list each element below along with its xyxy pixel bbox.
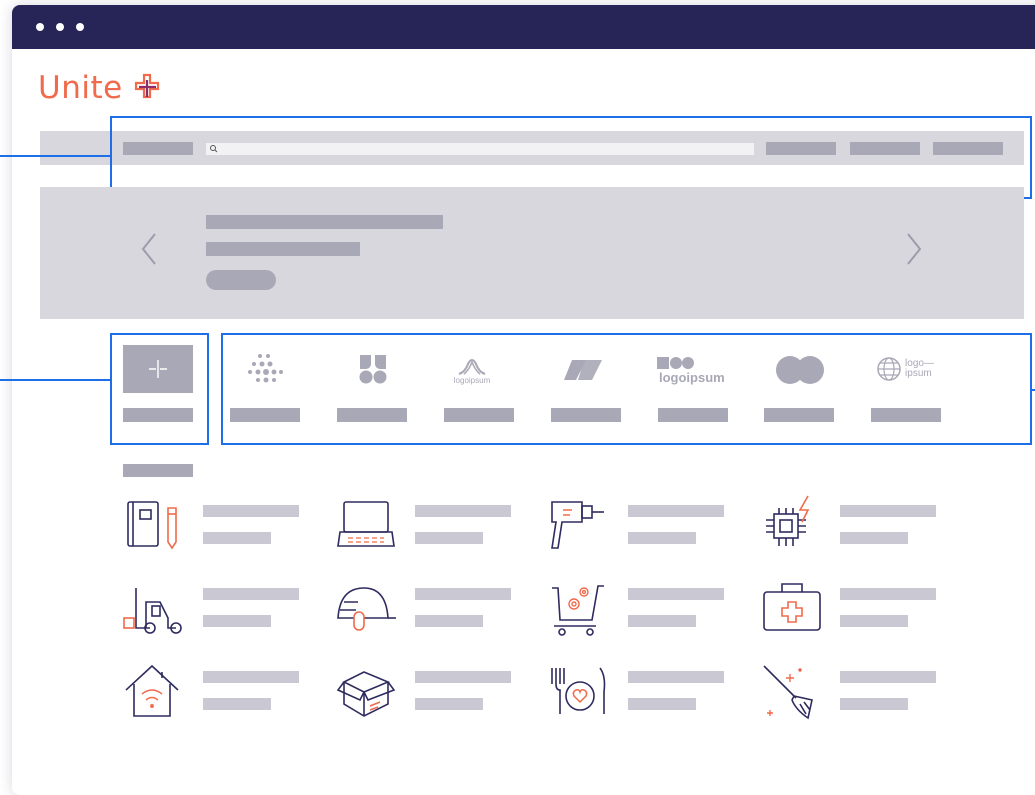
hero-banner (40, 187, 1024, 319)
banner-title-placeholder (206, 215, 443, 229)
logoipsum-arch-logo[interactable]: logoipsum (442, 350, 502, 390)
categories-heading-placeholder (123, 464, 193, 477)
nav-callout-line (0, 155, 112, 157)
category-title-placeholder (628, 671, 724, 683)
category-title-placeholder (203, 671, 299, 683)
category-subtitle-placeholder (203, 532, 271, 544)
shopping-cart-gear-icon[interactable] (548, 578, 612, 638)
globe-logo[interactable]: logo— ipsum (870, 354, 940, 384)
window-control-dot[interactable] (36, 23, 44, 31)
drill-icon[interactable] (548, 496, 612, 552)
intertwined-cross-icon (134, 73, 159, 99)
category-subtitle-placeholder (203, 698, 271, 710)
category-subtitle-placeholder (628, 615, 696, 627)
category-subtitle-placeholder (840, 698, 908, 710)
dining-heart-icon[interactable] (548, 662, 612, 720)
broom-icon[interactable] (760, 660, 824, 722)
notebook-pencil-icon[interactable] (124, 496, 184, 552)
blocks-icon (657, 356, 694, 369)
helmet-mouse-icon[interactable] (334, 578, 400, 636)
brand-label-placeholder (764, 408, 834, 422)
category-title-placeholder (840, 588, 936, 600)
forklift-icon[interactable] (120, 578, 186, 636)
category-subtitle-placeholder (628, 698, 696, 710)
logo-text: logoipsum (453, 375, 491, 385)
brand-label-placeholder (871, 408, 941, 422)
category-subtitle-placeholder (203, 615, 271, 627)
category-title-placeholder (840, 505, 936, 517)
brand-label-placeholder (658, 408, 728, 422)
category-title-placeholder (203, 588, 299, 600)
parallelogram-logo-icon[interactable] (562, 356, 604, 384)
brands-callout-line (1030, 389, 1035, 391)
dots-logo-icon[interactable] (246, 352, 286, 388)
first-aid-kit-icon[interactable] (760, 578, 824, 636)
banner-subtitle-placeholder (206, 242, 360, 256)
laptop-icon[interactable] (334, 496, 398, 552)
chevron-right-icon[interactable] (904, 232, 924, 266)
window-control-dot[interactable] (76, 23, 84, 31)
logo-text: logo— ipsum (905, 358, 934, 379)
brand-label-placeholder (337, 408, 407, 422)
category-title-placeholder (840, 671, 936, 683)
category-subtitle-placeholder (415, 615, 483, 627)
category-subtitle-placeholder (840, 615, 908, 627)
category-title-placeholder (203, 505, 299, 517)
brand-logo[interactable]: Unite (38, 70, 165, 106)
circles-logo-icon[interactable] (774, 355, 826, 385)
logo-text: logoipsum (659, 369, 725, 385)
banner-cta-button[interactable] (206, 270, 276, 290)
chevron-left-icon[interactable] (139, 232, 159, 266)
category-subtitle-placeholder (415, 698, 483, 710)
window-titlebar (12, 5, 1035, 49)
logoipsum-blocks-logo[interactable]: logoipsum (655, 352, 731, 388)
brand-name: Unite (38, 70, 123, 106)
window-control-dot[interactable] (56, 23, 64, 31)
category-title-placeholder (415, 671, 511, 683)
brand-label-placeholder (551, 408, 621, 422)
add-tile-highlight-box (110, 333, 209, 445)
arch-icon (458, 358, 486, 375)
category-subtitle-placeholder (628, 532, 696, 544)
category-title-placeholder (628, 505, 724, 517)
clover-logo-icon[interactable] (358, 353, 388, 385)
globe-icon (877, 357, 901, 381)
category-subtitle-placeholder (840, 532, 908, 544)
add-tile-callout-line (0, 379, 112, 381)
brands-highlight-box (221, 333, 1032, 445)
category-title-placeholder (415, 588, 511, 600)
box-icon[interactable] (334, 662, 398, 720)
brand-label-placeholder (444, 408, 514, 422)
smart-home-icon[interactable] (122, 662, 182, 720)
category-title-placeholder (628, 588, 724, 600)
category-subtitle-placeholder (415, 532, 483, 544)
brand-label-placeholder (230, 408, 300, 422)
chip-power-icon[interactable] (760, 494, 824, 554)
category-title-placeholder (415, 505, 511, 517)
